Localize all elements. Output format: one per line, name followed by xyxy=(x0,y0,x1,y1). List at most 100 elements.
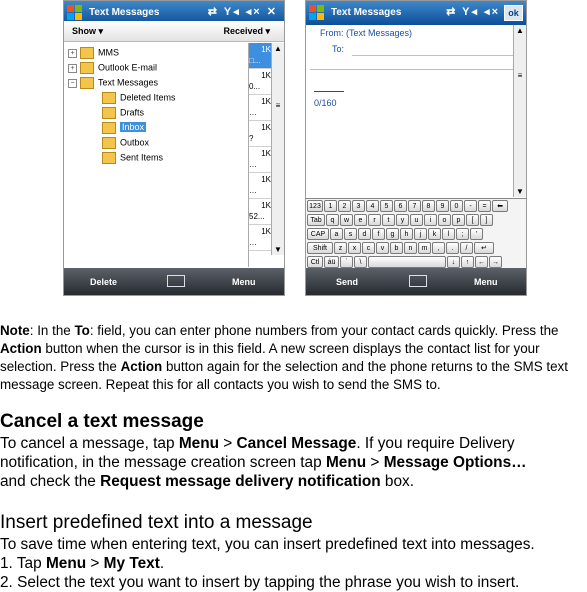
key[interactable]: y xyxy=(396,214,409,226)
scrollbar[interactable]: ▲ ≡ ▼ xyxy=(513,25,526,197)
key[interactable]: v xyxy=(376,242,389,254)
folder-inbox[interactable]: Inbox xyxy=(102,122,147,134)
key[interactable]: 123 xyxy=(307,200,323,212)
status-icons[interactable]: ⇄ Y◂ ◂× xyxy=(446,5,500,18)
to-input[interactable] xyxy=(352,55,514,56)
key[interactable]: i xyxy=(424,214,437,226)
key[interactable]: w xyxy=(340,214,353,226)
key[interactable]: j xyxy=(414,228,427,240)
key[interactable]: f xyxy=(372,228,385,240)
key[interactable]: ] xyxy=(480,214,493,226)
key[interactable]: 6 xyxy=(394,200,407,212)
key[interactable]: u xyxy=(410,214,423,226)
folder-sent[interactable]: Sent Items xyxy=(102,152,163,164)
from-field[interactable]: From: (Text Messages) xyxy=(320,28,412,38)
key[interactable]: ↓ xyxy=(447,256,460,268)
key[interactable]: 1 xyxy=(324,200,337,212)
collapse-icon[interactable]: − xyxy=(68,79,77,88)
key[interactable]: o xyxy=(438,214,451,226)
scroll-thumb-icon[interactable]: ≡ xyxy=(273,101,283,110)
folder-drafts[interactable]: Drafts xyxy=(102,107,144,119)
key[interactable]: p xyxy=(452,214,465,226)
key[interactable]: , xyxy=(432,242,445,254)
key[interactable]: 5 xyxy=(380,200,393,212)
scroll-up-icon[interactable]: ▲ xyxy=(515,26,525,35)
folder-tree: + MMS + Outlook E-mail − Text Messages D… xyxy=(64,43,247,267)
ok-button[interactable]: ok xyxy=(504,5,523,21)
key[interactable]: s xyxy=(344,228,357,240)
key[interactable]: 8 xyxy=(422,200,435,212)
key[interactable]: 3 xyxy=(352,200,365,212)
key[interactable]: m xyxy=(418,242,431,254)
key[interactable]: a xyxy=(330,228,343,240)
key[interactable]: Shift xyxy=(307,242,333,254)
key[interactable]: c xyxy=(362,242,375,254)
windows-start-icon[interactable] xyxy=(309,5,325,21)
key[interactable]: ↑ xyxy=(461,256,474,268)
key[interactable]: z xyxy=(334,242,347,254)
status-icons[interactable]: ⇄ Y◂ ◂× ✕ xyxy=(208,5,278,18)
send-softkey[interactable]: Send xyxy=(336,277,358,287)
folder-outlook[interactable]: Outlook E-mail xyxy=(80,62,157,74)
key[interactable]: g xyxy=(386,228,399,240)
key[interactable]: CAP xyxy=(307,228,329,240)
key[interactable]: ; xyxy=(456,228,469,240)
scrollbar[interactable]: ▲ ≡ ▼ xyxy=(271,43,284,255)
key[interactable]: 0 xyxy=(450,200,463,212)
windows-start-icon[interactable] xyxy=(67,5,83,21)
key[interactable]: r xyxy=(368,214,381,226)
show-dropdown[interactable]: Show ▾ xyxy=(72,26,103,37)
menu-softkey[interactable]: Menu xyxy=(474,277,498,287)
key[interactable]: ← xyxy=(475,256,488,268)
expand-icon[interactable]: + xyxy=(68,49,77,58)
key[interactable]: l xyxy=(442,228,455,240)
key[interactable]: ' xyxy=(470,228,483,240)
key[interactable]: b xyxy=(390,242,403,254)
key[interactable]: . xyxy=(446,242,459,254)
key[interactable]: t xyxy=(382,214,395,226)
scroll-down-icon[interactable]: ▼ xyxy=(515,187,525,196)
key[interactable]: Ctl xyxy=(307,256,323,268)
key[interactable]: x xyxy=(348,242,361,254)
key[interactable]: q xyxy=(326,214,339,226)
scroll-down-icon[interactable]: ▼ xyxy=(273,245,283,254)
key[interactable]: h xyxy=(400,228,413,240)
key[interactable]: / xyxy=(460,242,473,254)
folder-text-messages[interactable]: Text Messages xyxy=(80,77,158,89)
key[interactable]: n xyxy=(404,242,417,254)
key[interactable]: 9 xyxy=(436,200,449,212)
scroll-up-icon[interactable]: ▲ xyxy=(273,44,283,53)
char-counter: 0/160 xyxy=(314,98,337,108)
folder-outbox[interactable]: Outbox xyxy=(102,137,149,149)
folder-deleted[interactable]: Deleted Items xyxy=(102,92,176,104)
key[interactable]: Tab xyxy=(307,214,325,226)
delete-softkey[interactable]: Delete xyxy=(90,277,117,287)
key[interactable]: - xyxy=(464,200,477,212)
key[interactable] xyxy=(368,256,446,268)
key[interactable]: ` xyxy=(340,256,353,268)
menu-softkey[interactable]: Menu xyxy=(232,277,256,287)
keyboard-icon[interactable] xyxy=(409,275,427,287)
key[interactable]: e xyxy=(354,214,367,226)
key[interactable]: ↵ xyxy=(474,242,494,254)
key[interactable]: = xyxy=(478,200,491,212)
keyboard-row: Tab q w e r t y u i o p[] xyxy=(307,214,493,227)
keyboard-icon[interactable] xyxy=(167,275,185,287)
expand-icon[interactable]: + xyxy=(68,64,77,73)
sort-dropdown[interactable]: Received ▾ xyxy=(223,26,270,37)
inbox-icon xyxy=(102,122,116,134)
scroll-thumb-icon[interactable]: ≡ xyxy=(515,71,525,80)
cancel-line-1: To cancel a message, tap Menu > Cancel M… xyxy=(0,435,515,452)
key[interactable]: k xyxy=(428,228,441,240)
insert-heading: Insert predefined text into a message xyxy=(0,512,313,533)
key[interactable]: ⬅ xyxy=(492,200,508,212)
key[interactable]: d xyxy=(358,228,371,240)
key[interactable]: [ xyxy=(466,214,479,226)
key[interactable]: áü xyxy=(324,256,339,268)
key[interactable]: 2 xyxy=(338,200,351,212)
key[interactable]: 7 xyxy=(408,200,421,212)
key[interactable]: 4 xyxy=(366,200,379,212)
key[interactable]: → xyxy=(489,256,502,268)
key[interactable]: \ xyxy=(354,256,367,268)
folder-mms[interactable]: MMS xyxy=(80,47,119,59)
